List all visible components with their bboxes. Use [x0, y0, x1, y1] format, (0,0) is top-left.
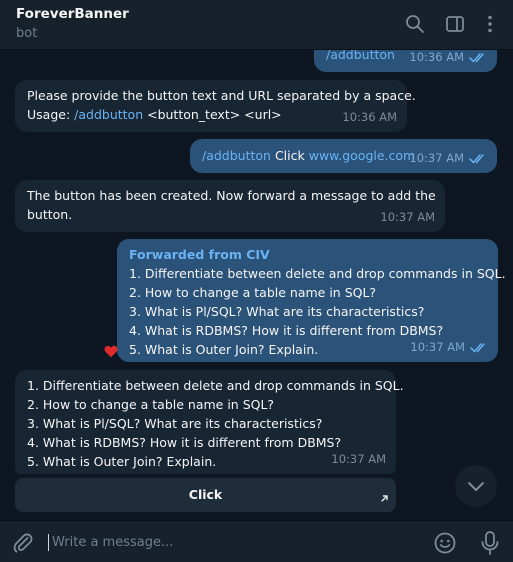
message-input[interactable] — [48, 528, 422, 556]
message-meta: 10:36 AM — [342, 108, 397, 127]
message-incoming[interactable]: 1. Differentiate between delete and drop… — [15, 370, 404, 474]
heart-reaction-icon[interactable] — [104, 343, 118, 358]
emoji-icon[interactable] — [433, 531, 457, 559]
message-time: 10:36 AM — [409, 50, 464, 64]
bot-command-link[interactable]: /addbutton — [202, 148, 271, 163]
message-meta: 10:37 AM — [380, 208, 435, 227]
read-checkmarks-icon — [470, 342, 488, 353]
search-icon[interactable] — [404, 13, 426, 35]
message-time: 10:37 AM — [409, 151, 464, 165]
chevron-down-icon — [468, 482, 484, 491]
inline-button-label: Click — [188, 487, 223, 502]
usage-label: Usage: — [27, 107, 75, 122]
bot-command-link[interactable]: /addbutton — [326, 50, 395, 62]
forwarded-from-label[interactable]: Forwarded from CIV — [129, 245, 486, 264]
message-line: 1. Differentiate between delete and drop… — [27, 378, 404, 393]
microphone-icon[interactable] — [478, 530, 502, 560]
message-meta: 10:37 AM — [410, 338, 488, 357]
inline-url-button[interactable]: Click — [15, 478, 396, 512]
message-text: button. — [27, 207, 73, 222]
message-forwarded[interactable]: Forwarded from CIV 1. Differentiate betw… — [117, 239, 506, 362]
message-text: The button has been created. Now forward… — [27, 188, 436, 203]
message-time: 10:37 AM — [380, 210, 435, 224]
message-line: 3. What is Pl/SQL? What are its characte… — [129, 304, 425, 319]
message-time: 10:36 AM — [342, 110, 397, 124]
read-checkmarks-icon — [469, 52, 487, 63]
bot-command-link[interactable]: /addbutton — [74, 107, 143, 122]
chat-title[interactable]: ForeverBanner — [16, 6, 129, 22]
chat-subtitle: bot — [16, 26, 38, 41]
paperclip-icon[interactable] — [11, 531, 35, 559]
message-meta: 10:37 AM — [409, 149, 487, 168]
message-time: 10:37 AM — [410, 340, 465, 354]
external-link-arrow-icon — [380, 482, 389, 502]
message-text: Click — [270, 148, 309, 163]
message-time: 10:37 AM — [331, 452, 386, 466]
sidebar-toggle-icon[interactable] — [444, 13, 466, 35]
url-link[interactable]: www.google.com — [309, 148, 416, 163]
message-line: 3. What is Pl/SQL? What are its characte… — [27, 416, 323, 431]
scroll-to-bottom-button[interactable] — [455, 465, 497, 507]
message-outgoing[interactable]: /addbutton Click www.google.com 10:37 AM — [190, 139, 497, 173]
read-checkmarks-icon — [469, 153, 487, 164]
message-incoming[interactable]: The button has been created. Now forward… — [15, 180, 445, 232]
message-line: 2. How to change a table name in SQL? — [129, 285, 377, 300]
message-line: 2. How to change a table name in SQL? — [27, 397, 275, 412]
message-meta: 10:37 AM — [331, 450, 386, 469]
message-meta: 10:36 AM — [409, 50, 487, 67]
message-usage-line: Usage: /addbutton <button_text> <url> — [27, 105, 395, 124]
message-incoming[interactable]: Please provide the button text and URL s… — [15, 80, 416, 132]
chat-header: ForeverBanner bot — [0, 0, 513, 50]
more-vertical-icon[interactable] — [479, 13, 501, 35]
message-list[interactable]: /addbutton 10:36 AM Please provide the b… — [0, 50, 513, 520]
message-line: 1. Differentiate between delete and drop… — [129, 266, 506, 281]
message-composer — [0, 520, 513, 562]
message-text: Please provide the button text and URL s… — [27, 88, 416, 103]
message-outgoing[interactable]: /addbutton 10:36 AM — [314, 50, 497, 72]
usage-args: <button_text> <url> — [143, 107, 282, 122]
